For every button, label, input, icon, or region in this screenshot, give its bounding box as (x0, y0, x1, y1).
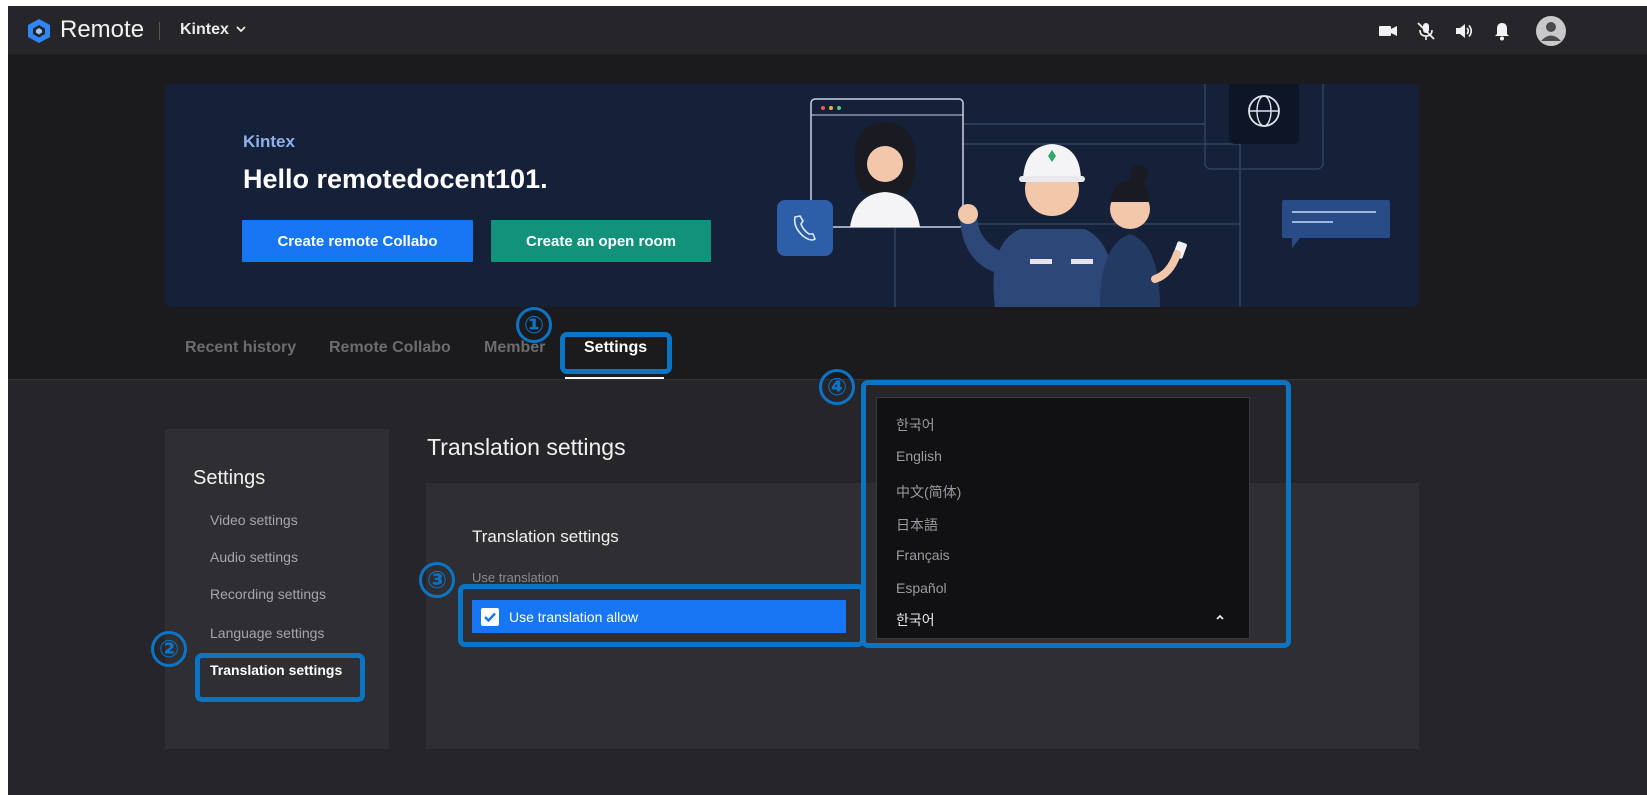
video-camera-icon[interactable] (1377, 20, 1399, 42)
step-number-1: ① (516, 307, 552, 343)
bell-icon[interactable] (1491, 20, 1513, 42)
page-title: Translation settings (427, 434, 626, 460)
create-open-room-button[interactable]: Create an open room (491, 220, 711, 262)
chevron-down-icon[interactable] (236, 24, 246, 34)
app-title: Remote (60, 16, 145, 43)
sidebar-item-recording-settings[interactable]: Recording settings (210, 586, 326, 602)
tab-remote-collabo[interactable]: Remote Collabo (329, 339, 451, 357)
highlight-box-use-translation (458, 584, 865, 647)
organization-name: Kintex (243, 132, 295, 151)
create-remote-collabo-button[interactable]: Create remote Collabo (242, 220, 473, 262)
settings-sidebar-title: Settings (193, 467, 266, 489)
sidebar-item-language-settings[interactable]: Language settings (210, 625, 324, 641)
banner-illustration (777, 84, 1390, 307)
welcome-banner: Kintex Hello remotedocent101. Create rem… (165, 84, 1419, 307)
use-translation-label: Use translation (472, 570, 559, 585)
workspace-selector[interactable]: Kintex (180, 21, 229, 39)
app-window: Remote Kintex Kintex Hello remotedocent1… (8, 6, 1647, 795)
sidebar-item-video-settings[interactable]: Video settings (210, 512, 298, 528)
remote-logo-icon (28, 19, 50, 43)
mic-muted-icon[interactable] (1415, 20, 1437, 42)
user-avatar-icon[interactable] (1536, 16, 1566, 46)
greeting-text: Hello remotedocent101. (243, 164, 548, 194)
divider (159, 22, 160, 40)
highlight-box-translation-settings (195, 653, 365, 702)
card-title: Translation settings (472, 527, 619, 546)
sidebar-item-audio-settings[interactable]: Audio settings (210, 549, 298, 565)
speaker-icon[interactable] (1453, 20, 1475, 42)
step-number-2: ② (151, 631, 187, 667)
tab-recent-history[interactable]: Recent history (185, 339, 296, 357)
top-bar: Remote Kintex (8, 6, 1647, 55)
step-number-4: ④ (819, 369, 855, 405)
highlight-box-settings-tab (560, 332, 672, 374)
step-number-3: ③ (419, 562, 455, 598)
highlight-box-language-dropdown (861, 380, 1291, 648)
